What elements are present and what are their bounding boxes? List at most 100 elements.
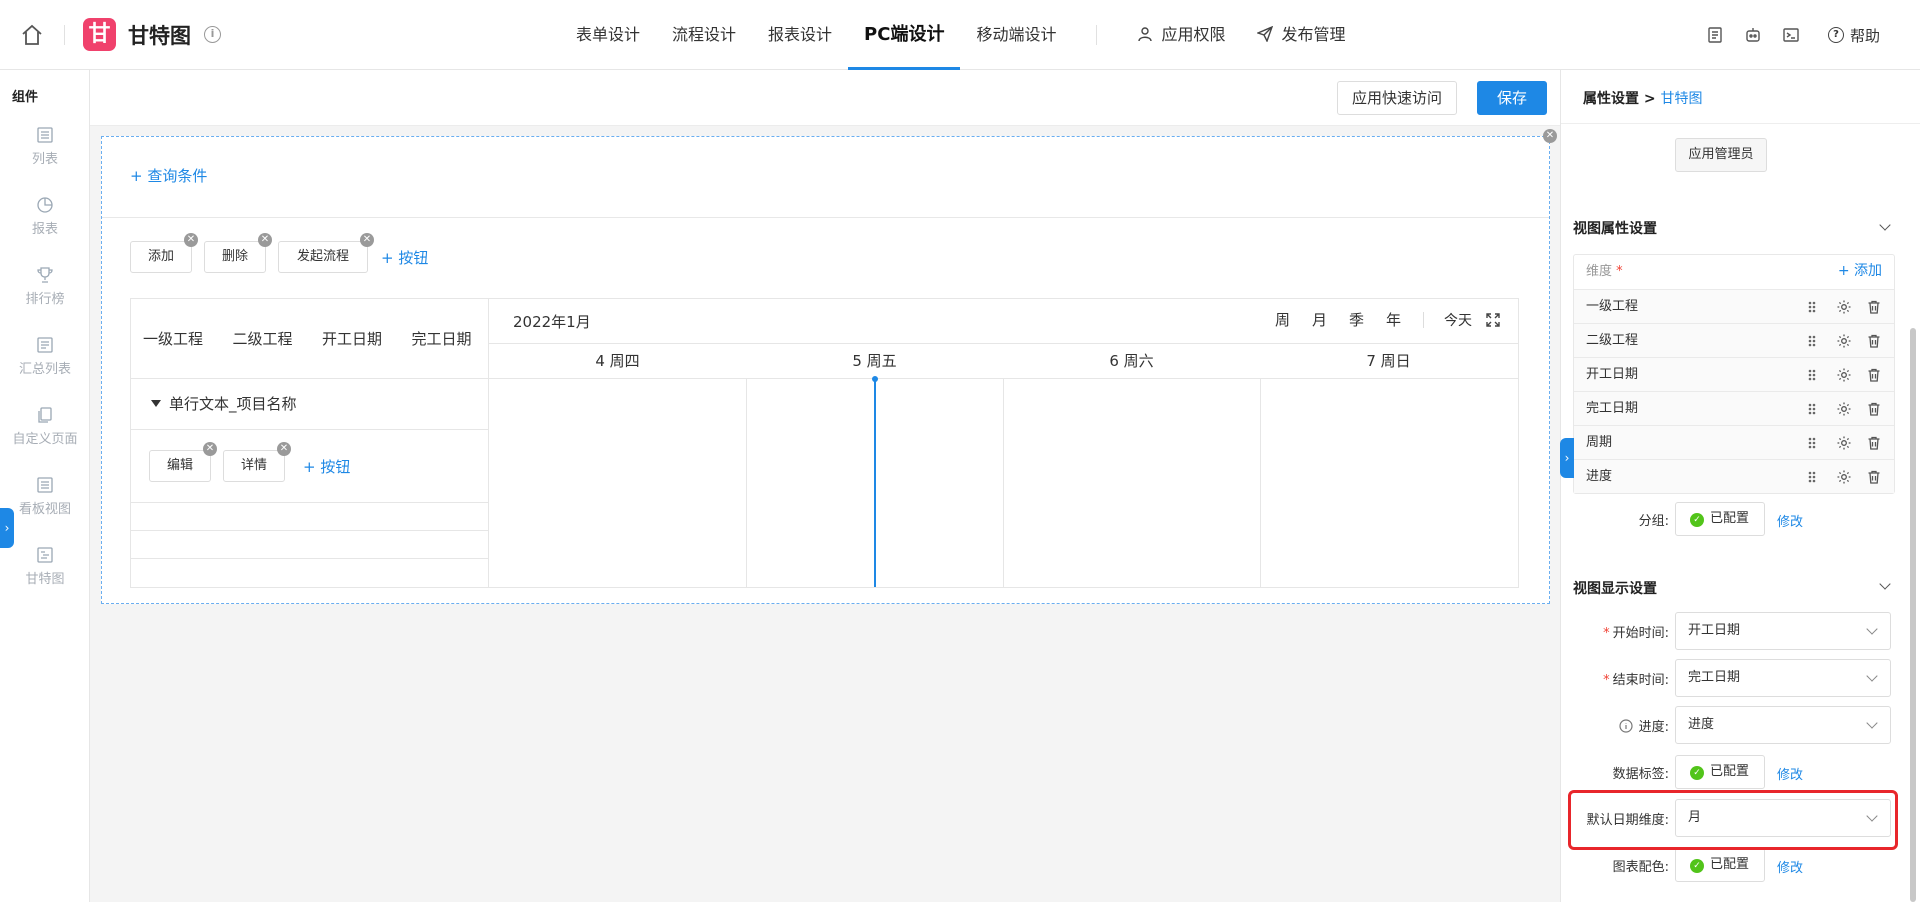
chevron-down-icon[interactable]: [1879, 219, 1891, 231]
add-button[interactable]: 添加: [130, 241, 192, 273]
dimension-row[interactable]: 周期: [1574, 425, 1894, 459]
home-icon[interactable]: [20, 23, 44, 47]
close-icon[interactable]: ✕: [184, 233, 198, 247]
close-icon[interactable]: ✕: [360, 233, 374, 247]
gear-icon[interactable]: [1836, 367, 1852, 383]
nav-pc-design[interactable]: PC端设计: [848, 0, 961, 70]
gear-icon[interactable]: [1836, 469, 1852, 485]
group-modify-link[interactable]: 修改: [1777, 511, 1803, 530]
document-icon[interactable]: [1706, 26, 1724, 44]
sidebar-item-report[interactable]: 报表: [0, 196, 90, 237]
chart-color-configured-status[interactable]: ✓ 已配置: [1675, 848, 1765, 882]
trash-icon[interactable]: [1866, 435, 1882, 451]
gear-icon[interactable]: [1836, 299, 1852, 315]
robot-icon[interactable]: [1744, 26, 1762, 44]
drag-handle-icon[interactable]: [1804, 367, 1820, 383]
close-icon[interactable]: ✕: [1543, 129, 1557, 143]
scale-week[interactable]: 周: [1275, 309, 1290, 330]
data-tag-modify-link[interactable]: 修改: [1777, 764, 1803, 783]
dimension-row[interactable]: 开工日期: [1574, 357, 1894, 391]
today-line: [874, 379, 876, 587]
info-circle-icon[interactable]: [1619, 719, 1633, 733]
add-dimension-link[interactable]: + 添加: [1838, 255, 1882, 287]
trash-icon[interactable]: [1866, 401, 1882, 417]
group-row[interactable]: 单行文本_项目名称: [131, 379, 489, 430]
sidebar-item-ranking[interactable]: 排行榜: [0, 266, 90, 307]
divider: [64, 25, 65, 45]
dimension-row[interactable]: 进度: [1574, 459, 1894, 493]
add-button-link[interactable]: + 按钮: [381, 247, 428, 268]
scale-quarter[interactable]: 季: [1349, 309, 1364, 330]
start-time-select[interactable]: 开工日期: [1675, 612, 1891, 650]
gear-icon[interactable]: [1836, 435, 1852, 451]
nav-mobile-design[interactable]: 移动端设计: [960, 0, 1072, 70]
required-mark: *: [1603, 626, 1610, 641]
sidebar-item-gantt[interactable]: 甘特图: [0, 546, 90, 587]
trash-icon[interactable]: [1866, 367, 1882, 383]
save-button[interactable]: 保存: [1477, 81, 1548, 115]
nav-permissions[interactable]: 应用权限: [1121, 0, 1241, 70]
dimension-row[interactable]: 一级工程: [1574, 289, 1894, 323]
drag-handle-icon[interactable]: [1804, 401, 1820, 417]
breadcrumb-root[interactable]: 属性设置: [1583, 91, 1639, 107]
gear-icon[interactable]: [1836, 401, 1852, 417]
table-row: [131, 531, 489, 559]
help-button[interactable]: ? 帮助: [1827, 25, 1880, 46]
fullscreen-icon[interactable]: [1486, 312, 1500, 327]
configured-label: 已配置: [1710, 764, 1750, 779]
chevron-down-icon: [1866, 717, 1878, 729]
edit-button[interactable]: 编辑: [149, 450, 211, 482]
chevron-down-icon: [1866, 670, 1878, 682]
detail-button[interactable]: 详情: [223, 450, 285, 482]
data-tag-configured-status[interactable]: ✓ 已配置: [1675, 755, 1765, 789]
end-time-select[interactable]: 完工日期: [1675, 659, 1891, 697]
sidebar-item-summary-list[interactable]: 汇总列表: [0, 336, 90, 377]
panel-collapse-handle[interactable]: ›: [1560, 438, 1574, 478]
top-right-tools: ? 帮助: [1686, 0, 1880, 70]
scale-year[interactable]: 年: [1386, 309, 1401, 330]
gear-icon[interactable]: [1836, 333, 1852, 349]
panel-scrollbar[interactable]: [1910, 328, 1916, 902]
trash-icon[interactable]: [1866, 333, 1882, 349]
delete-button[interactable]: 删除: [204, 241, 266, 273]
today-button[interactable]: 今天: [1444, 310, 1472, 330]
sidebar-item-custom-page[interactable]: 自定义页面: [0, 406, 90, 447]
nav-process-design[interactable]: 流程设计: [656, 0, 752, 70]
dimension-row[interactable]: 完工日期: [1574, 391, 1894, 425]
nav-publish[interactable]: 发布管理: [1241, 0, 1361, 70]
terminal-icon[interactable]: [1782, 26, 1800, 44]
dimension-label: 维度: [1586, 264, 1613, 279]
app-admin-button[interactable]: 应用管理员: [1675, 138, 1767, 172]
close-icon[interactable]: ✕: [203, 442, 217, 456]
start-process-button[interactable]: 发起流程: [278, 241, 368, 273]
nav-form-design[interactable]: 表单设计: [560, 0, 656, 70]
drag-handle-icon[interactable]: [1804, 469, 1820, 485]
add-row-button-link[interactable]: + 按钮: [303, 456, 350, 477]
chart-color-modify-link[interactable]: 修改: [1777, 857, 1803, 876]
progress-select[interactable]: 进度: [1675, 706, 1891, 744]
sidebar-item-list[interactable]: 列表: [0, 126, 90, 167]
gantt-design-area[interactable]: ✕ + 查询条件 添加 ✕ 删除 ✕ 发起流程 ✕ + 按钮 一级工程 二级工程…: [101, 129, 1557, 604]
sidebar-collapse-handle[interactable]: ›: [0, 508, 14, 548]
trash-icon[interactable]: [1866, 469, 1882, 485]
group-configured-status[interactable]: ✓ 已配置: [1675, 502, 1765, 536]
drag-handle-icon[interactable]: [1804, 333, 1820, 349]
chevron-down-icon[interactable]: [1879, 578, 1891, 590]
app-name: 甘特图: [128, 24, 191, 48]
scale-month[interactable]: 月: [1312, 309, 1327, 330]
breadcrumb-current[interactable]: 甘特图: [1660, 91, 1702, 107]
caret-down-icon[interactable]: [151, 400, 161, 407]
highlight-frame: [1568, 790, 1898, 850]
today-marker: [872, 376, 878, 382]
close-icon[interactable]: ✕: [258, 233, 272, 247]
app-logo: 甘: [83, 18, 116, 51]
drag-handle-icon[interactable]: [1804, 299, 1820, 315]
trash-icon[interactable]: [1866, 299, 1882, 315]
quick-access-button[interactable]: 应用快速访问: [1337, 81, 1458, 115]
nav-report-design[interactable]: 报表设计: [752, 0, 848, 70]
add-query-condition-link[interactable]: + 查询条件: [130, 165, 207, 186]
dimension-row[interactable]: 二级工程: [1574, 323, 1894, 357]
info-icon[interactable]: i: [204, 26, 221, 43]
close-icon[interactable]: ✕: [277, 442, 291, 456]
drag-handle-icon[interactable]: [1804, 435, 1820, 451]
